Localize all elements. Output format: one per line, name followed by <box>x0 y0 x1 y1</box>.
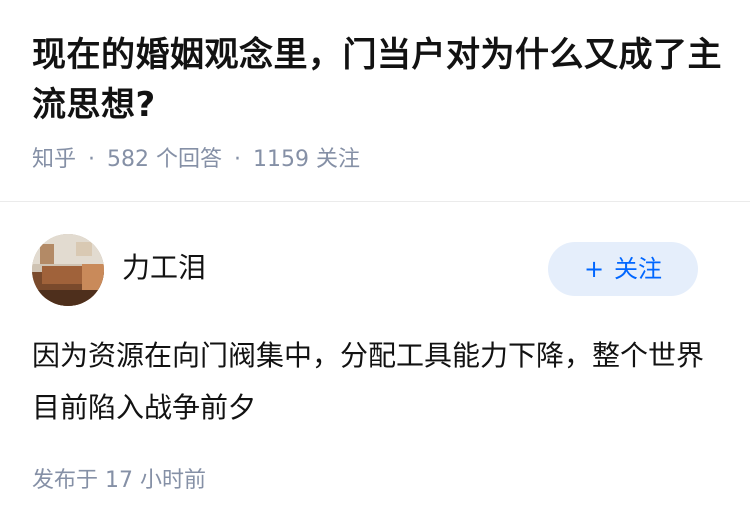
avatar[interactable] <box>32 234 104 306</box>
answer-count[interactable]: 582 个回答 <box>107 147 222 172</box>
author-name[interactable]: 力工泪 <box>122 250 206 286</box>
answer-content[interactable]: 因为资源在向门阀集中，分配工具能力下降，整个世界目前陷入战争前夕 <box>32 330 712 434</box>
follower-count[interactable]: 1159 关注 <box>253 147 360 172</box>
question-title[interactable]: 现在的婚姻观念里，门当户对为什么又成了主流思想? <box>32 30 722 130</box>
meta-separator: · <box>234 147 242 172</box>
avatar-image <box>32 234 104 306</box>
question-meta: 知乎 · 582 个回答 · 1159 关注 <box>32 145 360 175</box>
answer-author-row: 力工泪 + 关注 <box>32 234 718 306</box>
section-divider <box>0 201 750 202</box>
meta-separator: · <box>88 147 96 172</box>
follow-button-label: 关注 <box>614 255 663 283</box>
follow-button[interactable]: + 关注 <box>548 242 698 296</box>
publish-time: 发布于 17 小时前 <box>32 468 206 493</box>
plus-icon: + <box>583 255 605 283</box>
question-header: 现在的婚姻观念里，门当户对为什么又成了主流思想? 知乎 · 582 个回答 · 1159… <box>0 0 750 200</box>
source-label[interactable]: 知乎 <box>32 147 76 172</box>
